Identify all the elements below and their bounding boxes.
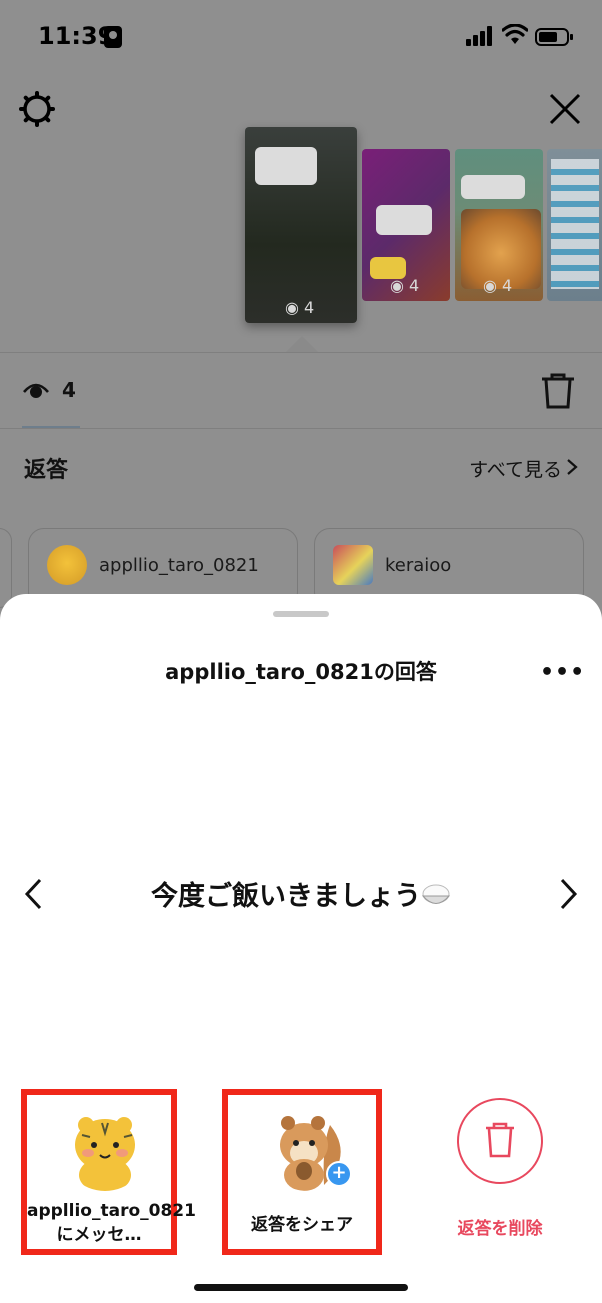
close-icon[interactable]: [546, 90, 584, 128]
chevron-left-icon[interactable]: [20, 874, 46, 914]
tiger-avatar: [62, 1105, 148, 1191]
cellular-signal-icon: [466, 26, 492, 46]
story-thumbnail[interactable]: ◉ 4: [362, 149, 450, 301]
wifi-icon: [502, 24, 528, 44]
trash-icon: [486, 1122, 514, 1158]
home-indicator[interactable]: [194, 1284, 408, 1291]
sheet-title: appllio_taro_0821の回答: [165, 660, 437, 684]
share-reply-button[interactable]: + 返答をシェア: [222, 1089, 382, 1255]
clock: 11:39: [38, 22, 115, 50]
divider: [0, 428, 602, 429]
battery-icon: [535, 28, 573, 46]
avatar: [333, 545, 373, 585]
replies-title: 返答: [24, 458, 69, 483]
tiger-illustration-icon: [62, 1105, 148, 1191]
sheet-grabber[interactable]: [273, 611, 329, 617]
selected-pointer: [286, 336, 318, 352]
trash-icon[interactable]: [540, 372, 576, 410]
rice-bowl-emoji-icon: [421, 884, 451, 904]
message-user-label: appllio_taro_0821にメッセ…: [27, 1201, 196, 1245]
story-thumbnail[interactable]: [547, 149, 602, 301]
add-plus-icon: +: [326, 1161, 352, 1187]
reply-pill-partial[interactable]: [0, 528, 12, 608]
eye-icon[interactable]: [22, 378, 50, 402]
story-thumbnail[interactable]: ◉ 4: [245, 127, 357, 323]
story-views: ◉ 4: [483, 276, 513, 295]
question-sticker-image: [461, 175, 525, 199]
question-sticker-image: [376, 205, 432, 235]
question-sticker-image: [255, 147, 317, 185]
delete-reply-label[interactable]: 返答を削除: [430, 1214, 570, 1239]
answer-text: 今度ご飯いきましょう: [60, 874, 542, 913]
settings-gear-icon[interactable]: [18, 90, 56, 128]
story-views: ◉ 4: [285, 298, 315, 317]
story-image: [551, 159, 599, 289]
story-views: ◉ 4: [390, 276, 420, 295]
avatar: [47, 545, 87, 585]
delete-reply-button[interactable]: [457, 1098, 543, 1184]
see-all-link[interactable]: すべて見る: [469, 455, 562, 482]
answer-label: 今度ご飯いきましょう: [151, 881, 421, 912]
reply-detail-sheet: appllio_taro_0821の回答 ••• 今度ご飯いきましょう appl…: [0, 594, 602, 1303]
message-user-button[interactable]: appllio_taro_0821にメッセ…: [21, 1089, 196, 1255]
status-bar: 11:39: [0, 0, 602, 80]
view-count: 4: [62, 378, 76, 402]
story-thumbnail[interactable]: ◉ 4: [455, 149, 543, 301]
contact-badge-icon: [104, 26, 122, 48]
chevron-right-icon[interactable]: [556, 874, 582, 914]
reply-username: keraioo: [385, 555, 452, 576]
more-options-icon[interactable]: •••: [540, 660, 585, 685]
chevron-right-icon: [567, 459, 578, 475]
divider: [0, 352, 602, 353]
share-reply-label: 返答をシェア: [251, 1215, 353, 1235]
reply-username: appllio_taro_0821: [99, 555, 259, 576]
